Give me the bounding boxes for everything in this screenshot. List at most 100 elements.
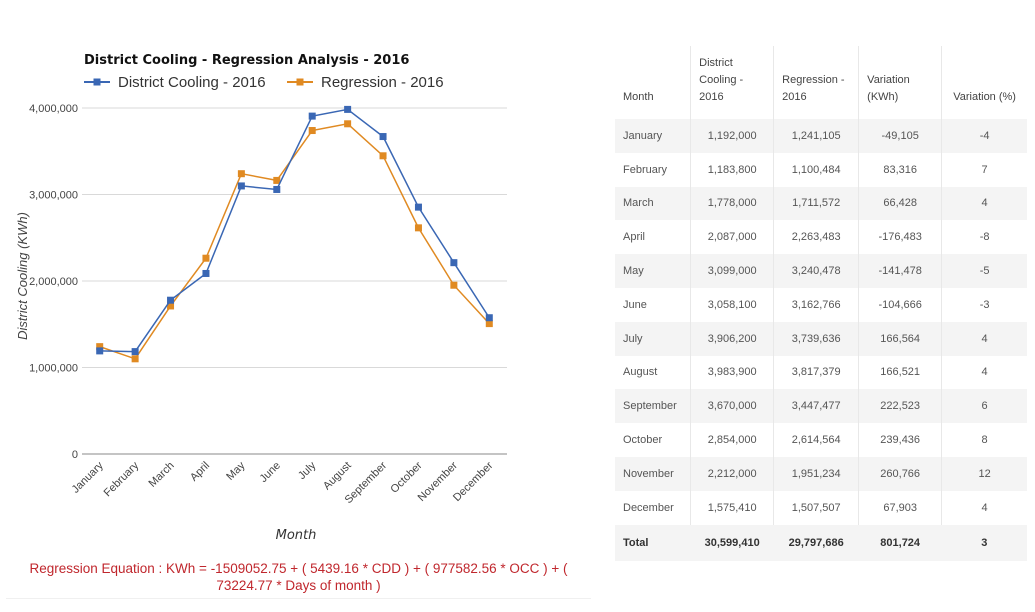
- data-point: [202, 269, 210, 277]
- y-tick-label: 4,000,000: [29, 103, 78, 115]
- column-header: Regression - 2016: [773, 46, 859, 119]
- data-point: [414, 203, 422, 211]
- column-header: Variation (%): [941, 46, 1027, 119]
- column-header: Month: [623, 91, 654, 103]
- value-cell: 1,100,484: [773, 152, 859, 187]
- value-cell: 4: [941, 186, 1027, 221]
- value-cell: 4: [941, 355, 1027, 390]
- data-point: [450, 281, 458, 289]
- x-axis-ticks: JanuaryFebruary March April May June July Augu…: [70, 459, 496, 506]
- value-cell: 67,903: [858, 490, 942, 525]
- value-cell: 3,670,000: [690, 389, 774, 424]
- month-cell: June: [623, 298, 647, 311]
- table-row: July 3,906,200 3,739,636 166,564 4: [615, 321, 1027, 356]
- x-tick-label: February: [102, 459, 142, 499]
- x-tick-label: August: [321, 460, 354, 493]
- data-point: [131, 348, 139, 356]
- value-cell: -4: [941, 119, 1027, 153]
- value-cell: 3,739,636: [773, 321, 859, 356]
- value-cell: 2,614,564: [773, 423, 859, 457]
- value-cell: 7: [941, 152, 1027, 187]
- value-cell: 239,436: [858, 423, 942, 457]
- legend-item: Regression - 2016: [287, 74, 444, 91]
- month-cell: February: [623, 163, 668, 176]
- value-cell: 2,263,483: [773, 220, 859, 255]
- value-cell: -176,483: [858, 220, 942, 255]
- y-tick-label: 2,000,000: [29, 276, 78, 288]
- legend-marker-icon: [296, 78, 304, 86]
- data-point: [308, 112, 316, 120]
- data-point: [96, 347, 104, 355]
- x-axis-title: Month: [276, 528, 317, 543]
- value-cell: 83,316: [858, 152, 942, 187]
- table-row: August 3,983,900 3,817,379 166,521 4: [615, 355, 1027, 390]
- value-cell: 6: [941, 389, 1027, 424]
- legend-label: Regression - 2016: [321, 74, 444, 91]
- chart-gridlines: [82, 107, 507, 455]
- y-axis-title: District Cooling (KWh): [15, 212, 30, 340]
- value-cell: 260,766: [858, 456, 942, 491]
- table-row: April 2,087,000 2,263,483 -176,483 -8: [615, 220, 1027, 255]
- x-tick-label: June: [258, 460, 283, 485]
- month-cell: September: [623, 400, 677, 413]
- month-cell: November: [623, 467, 674, 480]
- value-cell: 1,507,507: [773, 490, 859, 525]
- value-cell: 4: [941, 321, 1027, 356]
- data-point: [414, 224, 422, 232]
- value-cell: 3,817,379: [773, 355, 859, 390]
- data-point: [344, 105, 352, 113]
- regression-equation: Regression Equation : KWh = -1509052.75 …: [6, 560, 591, 599]
- value-cell: 66,428: [858, 186, 942, 221]
- value-cell: -3: [941, 287, 1027, 322]
- chart-title: District Cooling - Regression Analysis -…: [84, 53, 409, 68]
- table-row: March 1,778,000 1,711,572 66,428 4: [615, 186, 1027, 221]
- table-row: October 2,854,000 2,614,564 239,436 8: [615, 423, 1027, 457]
- value-cell: 1,183,800: [690, 152, 774, 187]
- column-header: District Cooling - 2016: [690, 46, 774, 119]
- y-axis-ticks: 0 1,000,000 2,000,000 3,000,000 4,000,000: [29, 103, 78, 461]
- value-cell: 1,241,105: [773, 119, 859, 153]
- value-cell: 1,575,410: [690, 490, 774, 525]
- value-cell: 12: [941, 456, 1027, 491]
- data-point: [379, 152, 387, 160]
- month-cell: July: [623, 332, 643, 345]
- table-row: December 1,575,410 1,507,507 67,903 4: [615, 490, 1027, 525]
- x-tick-label: March: [147, 460, 177, 490]
- data-point: [131, 355, 139, 363]
- line-chart: District Cooling - Regression Analysis -…: [15, 53, 507, 543]
- value-cell: 3,162,766: [773, 287, 859, 322]
- data-point: [308, 127, 316, 135]
- value-cell: 1,711,572: [773, 186, 859, 221]
- series-0: [96, 105, 493, 356]
- data-point: [485, 314, 493, 322]
- total-cell: 801,724: [858, 524, 942, 561]
- value-cell: 1,951,234: [773, 456, 859, 491]
- total-cell: 29,797,686: [773, 524, 859, 561]
- value-cell: 3,099,000: [690, 254, 774, 288]
- month-cell: December: [623, 501, 674, 514]
- series-1: [96, 120, 493, 363]
- y-tick-label: 1,000,000: [29, 363, 78, 375]
- value-cell: 3,447,477: [773, 389, 859, 424]
- data-point: [167, 296, 175, 304]
- value-cell: -141,478: [858, 254, 942, 288]
- total-cell: 30,599,410: [690, 524, 774, 561]
- data-point: [202, 254, 210, 262]
- month-cell: October: [623, 434, 663, 447]
- x-tick-label: May: [224, 459, 248, 483]
- y-tick-label: 3,000,000: [29, 190, 78, 202]
- month-cell: April: [623, 231, 646, 244]
- month-cell: August: [623, 366, 658, 379]
- series-line: [99, 122, 490, 360]
- table-row: November 2,212,000 1,951,234 260,766 12: [615, 456, 1027, 491]
- x-tick-label: October: [388, 459, 424, 495]
- data-point: [450, 259, 458, 267]
- value-cell: -104,666: [858, 287, 942, 322]
- series-line: [99, 108, 490, 353]
- month-cell: January: [623, 129, 663, 142]
- value-cell: 4: [941, 490, 1027, 525]
- data-point: [237, 182, 245, 190]
- legend-marker-icon: [93, 78, 101, 86]
- data-table: Month District Cooling - 2016 Regression…: [615, 46, 1027, 561]
- value-cell: 2,212,000: [690, 456, 774, 491]
